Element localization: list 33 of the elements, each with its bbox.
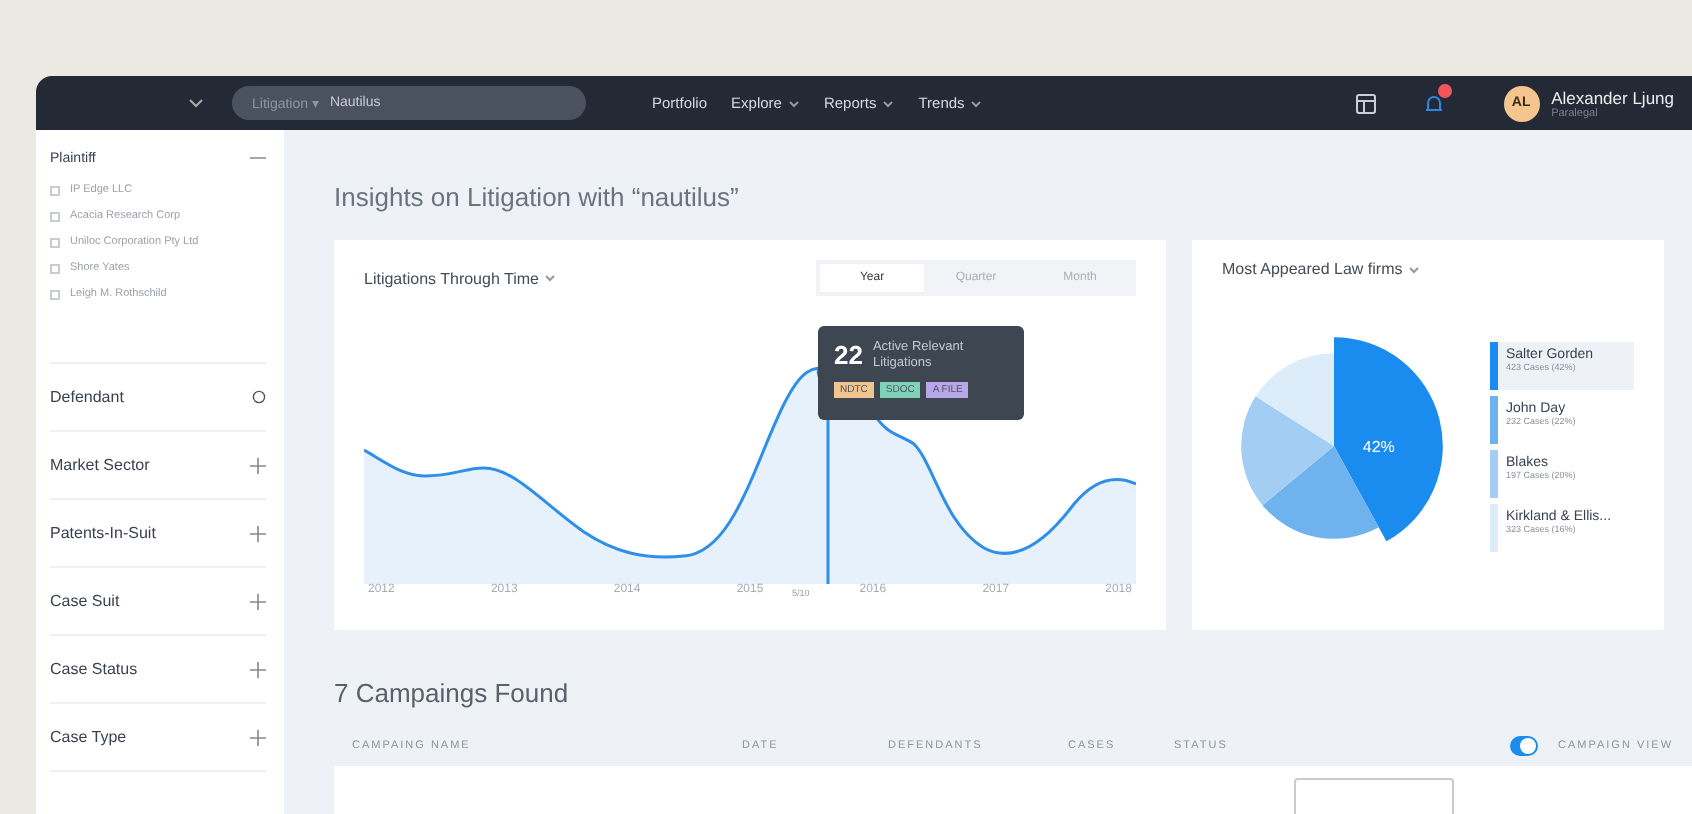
filter-label[interactable]: Case Status xyxy=(50,660,138,678)
caret-icon xyxy=(882,99,895,107)
caret-icon xyxy=(787,99,800,107)
expand-icon[interactable] xyxy=(250,729,266,745)
filter-label[interactable]: Market Sector xyxy=(50,456,150,474)
caret-icon xyxy=(544,274,557,282)
filter-label[interactable]: Patents-In-Suit xyxy=(50,524,156,542)
checkbox[interactable] xyxy=(50,289,60,299)
checkbox[interactable] xyxy=(50,211,60,221)
caret-icon xyxy=(1408,265,1421,273)
caret-icon xyxy=(970,99,983,107)
user-name: Alexander Ljung xyxy=(1551,87,1674,107)
expand-icon[interactable] xyxy=(250,593,266,609)
checkbox[interactable] xyxy=(50,185,60,195)
expand-icon[interactable] xyxy=(250,525,266,541)
expand-icon[interactable] xyxy=(250,661,266,677)
pie-chart-drawing: 42% xyxy=(1222,306,1446,586)
page-title: Insights on Litigation with “nautilus” xyxy=(334,182,741,212)
building-icon[interactable] xyxy=(1351,89,1380,117)
filter-label[interactable]: Case Type xyxy=(50,728,127,746)
section-title: 7 Campaings Found xyxy=(334,678,571,708)
card-title[interactable]: Litigations Through Time xyxy=(364,269,557,287)
select-field[interactable] xyxy=(1294,778,1454,814)
checkbox[interactable] xyxy=(50,263,60,273)
chevron-down-icon[interactable] xyxy=(188,97,204,109)
filter-label[interactable]: Defendant xyxy=(50,388,124,406)
info-icon xyxy=(252,390,266,404)
expand-icon[interactable] xyxy=(250,457,266,473)
card-title[interactable]: Most Appeared Law firms xyxy=(1222,260,1634,278)
checkbox[interactable] xyxy=(50,237,60,247)
filter-label[interactable]: Case Suit xyxy=(50,592,120,610)
tooltip-count: 22 xyxy=(834,340,863,370)
view-switch[interactable] xyxy=(1510,736,1538,756)
